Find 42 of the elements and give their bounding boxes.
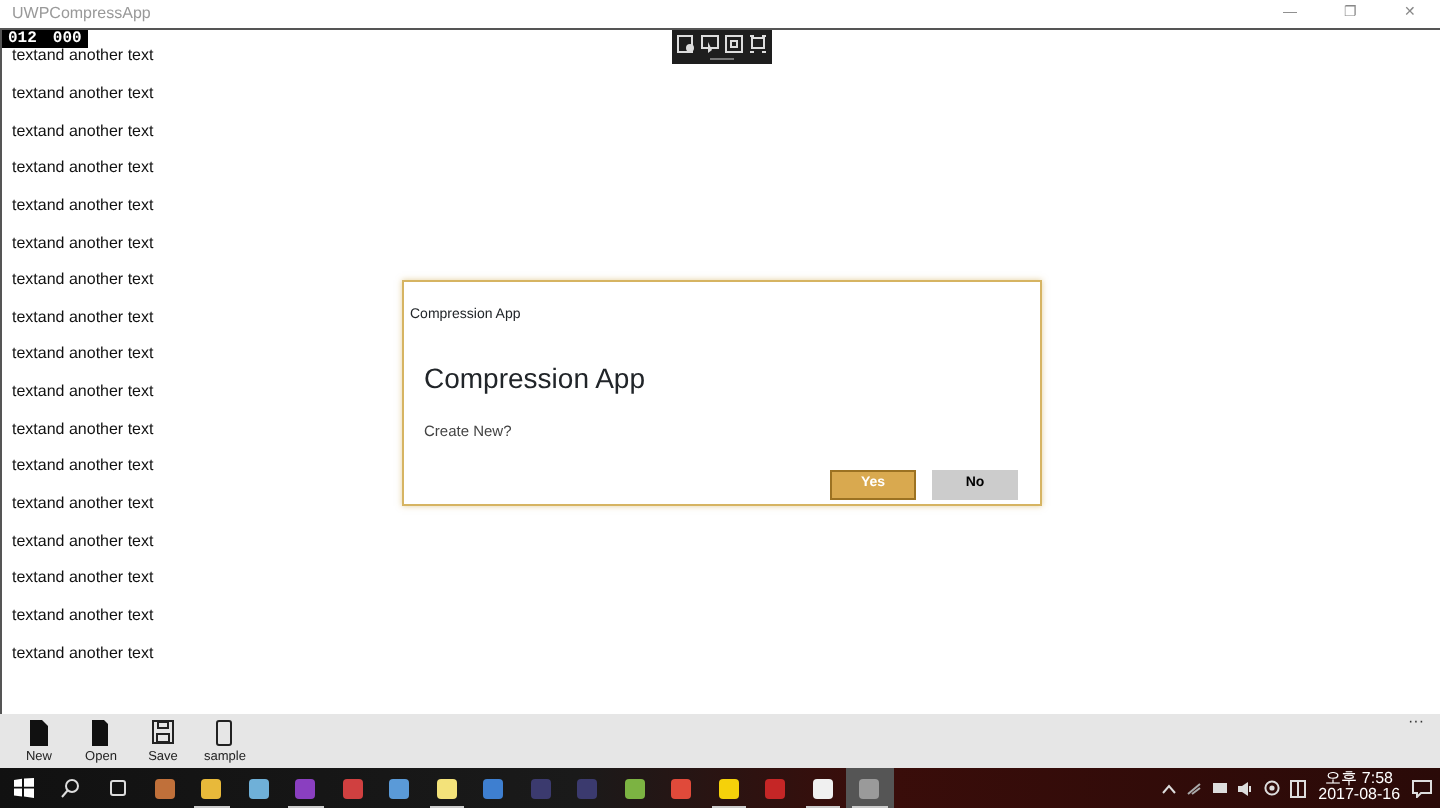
row-text: textand another text (12, 158, 154, 179)
task-view-icon (107, 778, 128, 798)
row-text: textand another text (12, 233, 154, 254)
search-icon (60, 778, 81, 798)
clock-time: 오후 7:58 (1325, 772, 1393, 788)
row-text: textand another text (12, 531, 154, 552)
battery-icon[interactable] (1211, 782, 1228, 794)
live-tree-icon[interactable] (676, 34, 696, 54)
more-button[interactable]: ··· (1392, 714, 1440, 730)
row-text: textand another text (12, 494, 154, 514)
row-text: textand another text (12, 643, 154, 664)
windows-icon (13, 778, 34, 798)
row-text: textand another text (12, 83, 154, 104)
status-icon[interactable] (1263, 780, 1280, 796)
clock-date: 2017-08-16 (1317, 788, 1400, 804)
network-icon[interactable] (1185, 781, 1202, 795)
row-text: textand another text (12, 605, 154, 626)
row-text: textand another text (12, 419, 154, 440)
row-text: textand another text (12, 46, 154, 67)
row-text: textand another text (12, 456, 154, 477)
row-text: textand another text (12, 195, 154, 216)
dialog-heading: Compression App (424, 362, 646, 394)
row-text: textand another text (12, 270, 154, 291)
cursor-icon[interactable] (700, 34, 720, 54)
window-title: UWPCompressApp (12, 2, 151, 26)
phone-icon (214, 720, 236, 746)
row-text: textand another text (12, 121, 154, 142)
keyboard-icon[interactable] (1289, 779, 1306, 797)
speaker-icon[interactable] (1237, 781, 1254, 795)
save-icon (152, 720, 174, 746)
file-icon (90, 720, 112, 746)
track-icon[interactable] (748, 34, 768, 54)
row-text: textand another text (12, 344, 154, 365)
layout-icon[interactable] (724, 34, 744, 54)
counter-value: 012 (8, 30, 37, 48)
row-text: textand another text (12, 307, 154, 328)
row-text: textand another text (12, 382, 154, 403)
chevron-up-icon[interactable] (1161, 783, 1176, 793)
row-text: textand another text (12, 568, 154, 589)
new-file-icon (28, 720, 50, 746)
notification-icon[interactable] (1412, 779, 1432, 797)
counter-value: 000 (52, 30, 82, 48)
